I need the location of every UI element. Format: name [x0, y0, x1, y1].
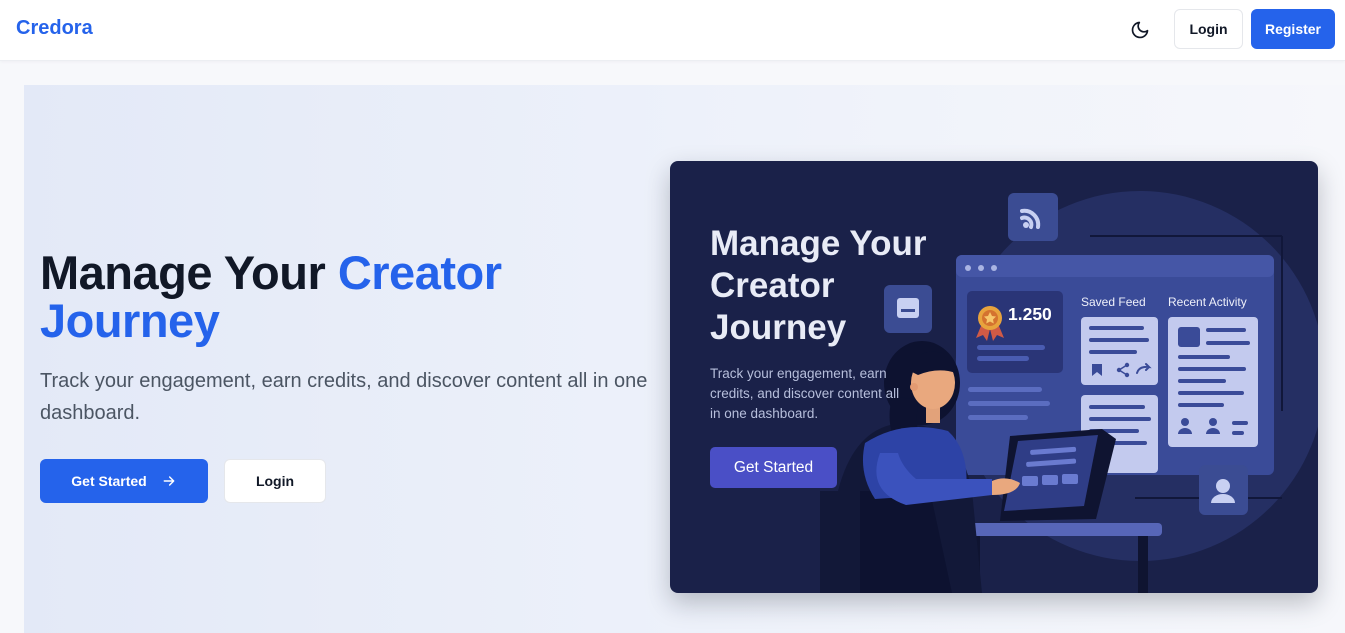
top-navbar: Credora Login Register [0, 0, 1345, 61]
get-started-button[interactable]: Get Started [40, 459, 208, 503]
moon-icon [1131, 21, 1149, 39]
illustration-title: Manage Your Creator Journey [710, 224, 927, 347]
illustration-get-started: Get Started [710, 447, 837, 488]
hero-login-button[interactable]: Login [224, 459, 326, 503]
user-icon [1199, 465, 1248, 515]
hero-subtitle: Track your engagement, earn credits, and… [40, 370, 648, 424]
nav-login-button[interactable]: Login [1174, 9, 1243, 49]
illustration-saved-feed-label: Saved Feed [1081, 295, 1146, 309]
rss-icon [1008, 193, 1058, 241]
nav-register-button[interactable]: Register [1251, 9, 1335, 49]
illustration-subtitle: Track your engagement, earn credits, and… [710, 366, 900, 421]
illustration-credits-value: 1.250 [1008, 304, 1052, 324]
hero-illustration: Manage Your Creator Journey Track your e… [670, 161, 1318, 593]
arrow-right-icon [163, 476, 175, 486]
hero-title-main: Manage Your [40, 246, 338, 299]
get-started-label: Get Started [71, 473, 147, 489]
theme-toggle-button[interactable] [1126, 16, 1154, 44]
illustration-recent-activity-label: Recent Activity [1168, 295, 1247, 309]
hero-title: Manage Your Creator Journey [40, 249, 660, 345]
brand-logo[interactable]: Credora [16, 17, 93, 40]
